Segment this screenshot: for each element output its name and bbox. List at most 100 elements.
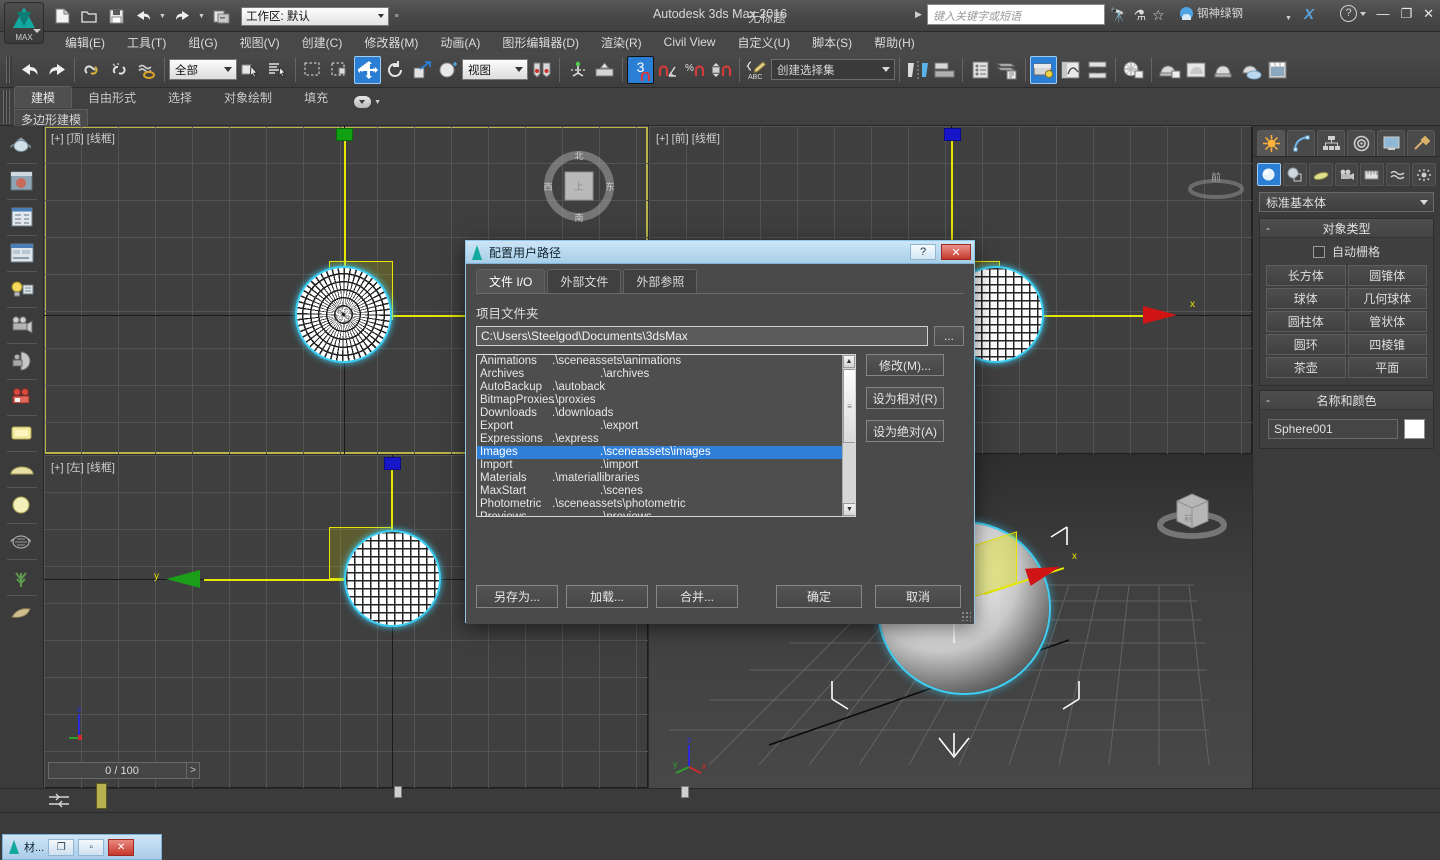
flask-icon[interactable]: ⚗: [1133, 7, 1146, 24]
current-frame-display[interactable]: 0 / 100: [48, 762, 196, 779]
area-light-icon[interactable]: [5, 418, 39, 448]
sphere-object-top[interactable]: [297, 268, 390, 361]
cancel-button[interactable]: 取消: [875, 585, 961, 608]
qat-overflow-caret[interactable]: ≡: [392, 4, 401, 28]
menu-item-create[interactable]: 创建(C): [291, 32, 354, 53]
select-and-manipulate-button[interactable]: [564, 56, 591, 84]
render-in-cloud-button[interactable]: [1237, 56, 1264, 84]
render-setup-button[interactable]: [1156, 56, 1183, 84]
project-path-input[interactable]: C:\Users\Steelgod\Documents\3dsMax: [476, 326, 928, 346]
path-row[interactable]: BitmapProxies.\proxies: [477, 394, 855, 407]
menu-item-customize[interactable]: 自定义(U): [726, 32, 801, 53]
mini-restore-button[interactable]: ❐: [48, 839, 74, 856]
space-warps-icon[interactable]: [1386, 163, 1410, 186]
track-key-marker[interactable]: [681, 786, 689, 798]
lighting-analysis-icon[interactable]: [5, 274, 39, 304]
track-bar[interactable]: 5101520253035404550556065707580859095100: [0, 788, 1440, 812]
load-button[interactable]: 加载...: [566, 585, 648, 608]
ribbon-tab-modeling[interactable]: 建模: [14, 86, 72, 108]
paths-scrollbar[interactable]: ▲ ≡ ▼: [842, 355, 855, 516]
select-and-link-button[interactable]: [79, 56, 106, 84]
dialog-tab-external-files[interactable]: 外部文件: [547, 269, 621, 293]
paths-listbox[interactable]: Animations.\sceneassets\animationsArchiv…: [476, 354, 856, 517]
minimized-material-editor-window[interactable]: 材... ❐ ▫ ✕: [2, 834, 162, 860]
path-row[interactable]: Images.\sceneassets\images: [477, 446, 855, 459]
move-gizmo-z-handle[interactable]: [384, 457, 401, 470]
reference-coordinate-combo[interactable]: 视图: [462, 59, 528, 80]
ribbon-tab-selection[interactable]: 选择: [152, 87, 208, 108]
systems-icon[interactable]: [1412, 163, 1436, 186]
help-caret-icon[interactable]: [1360, 12, 1366, 16]
view-cube-front[interactable]: 前: [1184, 161, 1248, 201]
edit-named-selection-sets-button[interactable]: ABC: [744, 56, 771, 84]
helpers-icon[interactable]: [1360, 163, 1384, 186]
menu-item-graph-editors[interactable]: 图形编辑器(D): [491, 32, 590, 53]
menu-item-help[interactable]: 帮助(H): [863, 32, 926, 53]
path-row[interactable]: AutoBackup.\autoback: [477, 381, 855, 394]
bind-to-space-warp-button[interactable]: [133, 56, 160, 84]
redo-dropdown-caret[interactable]: ▼: [197, 4, 206, 28]
time-slider-handle[interactable]: [96, 783, 107, 809]
camera-create-icon[interactable]: [5, 310, 39, 340]
plane-button[interactable]: 平面: [1348, 357, 1428, 378]
environment-effects-button[interactable]: [1120, 56, 1147, 84]
window-crossing-button[interactable]: [327, 56, 354, 84]
ribbon-tab-populate[interactable]: 填充: [288, 87, 344, 108]
path-row[interactable]: Materials.\materiallibraries: [477, 472, 855, 485]
menu-item-edit[interactable]: 编辑(E): [54, 32, 116, 53]
rendered-frame-window-button[interactable]: [1183, 56, 1210, 84]
help-icon[interactable]: ?: [1340, 5, 1357, 22]
tube-button[interactable]: 管状体: [1348, 311, 1428, 332]
mirror-button[interactable]: [904, 56, 931, 84]
shapes-icon[interactable]: [1283, 163, 1307, 186]
align-button[interactable]: [931, 56, 958, 84]
render-frame-window-toggle-button[interactable]: [1264, 56, 1291, 84]
material-editor-button[interactable]: [1030, 56, 1057, 84]
physical-camera-icon[interactable]: [5, 346, 39, 376]
path-row[interactable]: Export.\export: [477, 420, 855, 433]
menu-item-civil-view[interactable]: Civil View: [653, 33, 727, 51]
teapot-tool-icon[interactable]: [5, 130, 39, 160]
pyramid-button[interactable]: 四棱锥: [1348, 334, 1428, 355]
move-gizmo-y-arrow[interactable]: [166, 570, 200, 588]
view-cube-perspective[interactable]: 前: [1149, 473, 1235, 559]
account-caret[interactable]: ▼: [1284, 6, 1293, 30]
geometry-icon[interactable]: [1257, 163, 1281, 186]
binoculars-icon[interactable]: 🔭: [1110, 7, 1127, 24]
search-input[interactable]: 键入关键字或短语: [927, 4, 1105, 25]
autogrid-checkbox[interactable]: [1313, 246, 1325, 258]
path-row[interactable]: Expressions.\express: [477, 433, 855, 446]
lights-icon[interactable]: [1309, 163, 1333, 186]
move-gizmo-y-handle[interactable]: [336, 128, 353, 141]
schematic-view-button[interactable]: [1084, 56, 1111, 84]
ribbon-minimize-dropdown[interactable]: ▼: [354, 96, 381, 108]
utilities-tab[interactable]: [1407, 130, 1435, 156]
material-preview-icon[interactable]: [5, 166, 39, 196]
camera-red-icon[interactable]: [5, 382, 39, 412]
scroll-thumb[interactable]: ≡: [843, 369, 856, 443]
ribbon-tab-object-paint[interactable]: 对象绘制: [208, 87, 288, 108]
display-tab[interactable]: [1377, 130, 1405, 156]
toolbar-grip[interactable]: [6, 57, 12, 83]
name-color-rollout-header[interactable]: - 名称和颜色: [1260, 391, 1433, 410]
make-relative-button[interactable]: 设为相对(R): [866, 387, 944, 409]
object-type-rollout-header[interactable]: - 对象类型: [1260, 219, 1433, 238]
dialog-resize-grip[interactable]: [961, 611, 971, 621]
hierarchy-tab[interactable]: [1317, 130, 1345, 156]
menu-item-modifiers[interactable]: 修改器(M): [353, 32, 429, 53]
path-row[interactable]: Animations.\sceneassets\animations: [477, 355, 855, 368]
set-project-folder-icon[interactable]: [209, 4, 233, 28]
move-gizmo-x-arrow[interactable]: [1143, 306, 1177, 324]
geosphere-button[interactable]: 几何球体: [1348, 288, 1428, 309]
configure-user-paths-dialog[interactable]: 配置用户路径 ? ✕ 文件 I/O 外部文件 外部参照 项目文件夹 C:\Use…: [465, 240, 975, 623]
menu-item-animation[interactable]: 动画(A): [429, 32, 491, 53]
make-absolute-button[interactable]: 设为绝对(A): [866, 420, 944, 442]
maximize-button[interactable]: ❐: [1400, 6, 1412, 22]
select-and-scale-button[interactable]: [408, 56, 435, 84]
layer-manager-button[interactable]: [967, 56, 994, 84]
torus-button[interactable]: 圆环: [1266, 334, 1346, 355]
leaf-object-icon[interactable]: [5, 598, 39, 628]
object-subcategory-combo[interactable]: 标准基本体: [1259, 192, 1434, 212]
path-row[interactable]: Photometric.\sceneassets\photometric: [477, 498, 855, 511]
mini-minimize-button[interactable]: ▫: [78, 839, 104, 856]
